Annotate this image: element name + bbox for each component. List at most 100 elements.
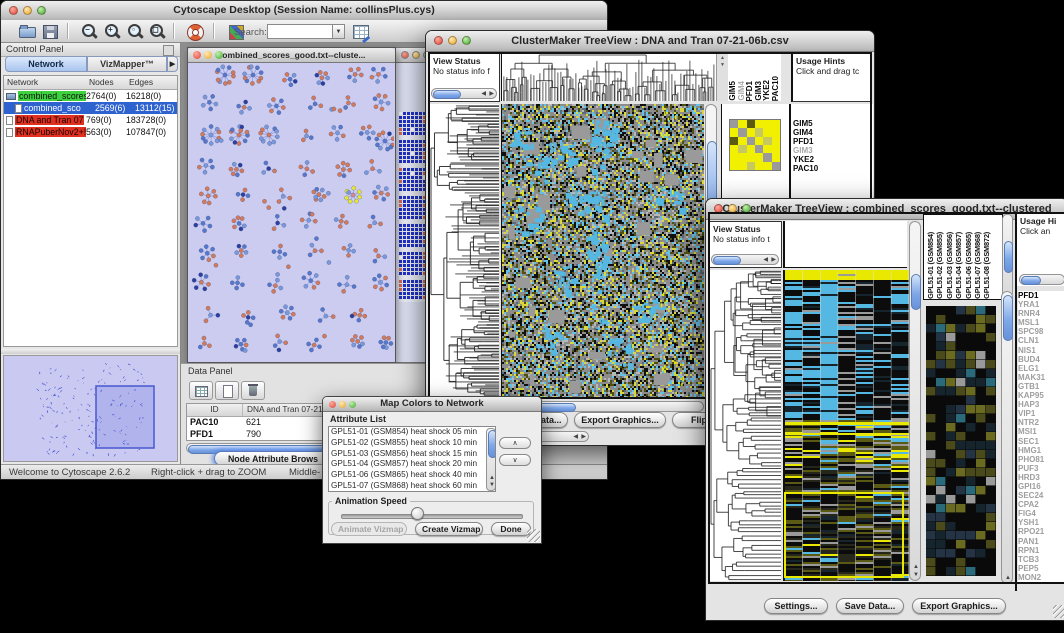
- scroll-down-icon[interactable]: ▼: [489, 482, 495, 488]
- search-dropdown-arrow[interactable]: ▼: [332, 24, 345, 39]
- zoom-window-icon[interactable]: [462, 36, 471, 45]
- zoom-out-button[interactable]: −: [81, 23, 99, 40]
- scrollbar-thumb[interactable]: [433, 90, 461, 99]
- minimize-icon[interactable]: [448, 36, 457, 45]
- zoom-window-icon[interactable]: [215, 51, 223, 59]
- speed-slider-thumb[interactable]: [411, 507, 424, 520]
- save-session-button[interactable]: [43, 23, 61, 40]
- view-status-scrollbar[interactable]: ◀ ▶: [431, 88, 497, 99]
- scroll-up-icon[interactable]: ▲: [489, 475, 495, 481]
- scroll-right-icon[interactable]: ▶: [489, 91, 494, 97]
- new-attribute-button[interactable]: [215, 381, 239, 400]
- move-down-button[interactable]: ∨: [499, 454, 531, 466]
- open-session-button[interactable]: [19, 23, 37, 40]
- attribute-item[interactable]: GPL51-04 (GSM857) heat shock 20 min: [329, 459, 495, 470]
- scroll-up-icon[interactable]: ▲: [1005, 575, 1011, 581]
- scroll-left-icon[interactable]: ◀: [763, 257, 768, 263]
- show-table-button[interactable]: [189, 381, 213, 400]
- scroll-left-icon[interactable]: ◀: [573, 434, 578, 440]
- scrollbar-thumb[interactable]: [713, 256, 741, 265]
- export-graphics-button[interactable]: Export Graphics...: [574, 412, 666, 428]
- zoom-window-icon[interactable]: [349, 401, 356, 408]
- close-icon[interactable]: [329, 401, 336, 408]
- animate-vizmap-button[interactable]: Animate Vizmap: [331, 522, 407, 536]
- zoom-fit-button[interactable]: ◻: [149, 23, 167, 40]
- scroll-right-icon[interactable]: ▶: [771, 257, 776, 263]
- attribute-list-scrollbar[interactable]: ▲ ▼: [486, 428, 496, 491]
- attribute-item[interactable]: GPL51-01 (GSM854) heat shock 05 min: [329, 427, 495, 438]
- network-view-window[interactable]: combined_scores_good.txt--cluste...: [187, 47, 396, 363]
- main-titlebar[interactable]: Cytoscape Desktop (Session Name: collins…: [1, 1, 607, 21]
- dialog-titlebar[interactable]: Map Colors to Network: [323, 397, 541, 412]
- minimize-icon[interactable]: [23, 6, 32, 15]
- correlation-matrix[interactable]: [729, 119, 781, 171]
- attribute-list[interactable]: GPL51-01 (GSM854) heat shock 05 minGPL51…: [328, 426, 496, 492]
- attribute-browser-button[interactable]: [353, 23, 371, 40]
- delete-attribute-button[interactable]: [241, 381, 265, 400]
- scrollbar-thumb[interactable]: [1021, 276, 1041, 285]
- save-data-button[interactable]: Save Data...: [836, 598, 904, 614]
- minimize-icon[interactable]: [204, 51, 212, 59]
- scroll-down-icon[interactable]: ▼: [913, 572, 919, 578]
- settings-button[interactable]: Settings...: [764, 598, 828, 614]
- row-dendrogram-canvas[interactable]: [429, 104, 499, 397]
- speed-slider-track[interactable]: [341, 514, 523, 519]
- scroll-down-icon[interactable]: ▼: [720, 63, 725, 68]
- network-graph-canvas[interactable]: [189, 63, 394, 361]
- column-labels-scrollbar[interactable]: [1002, 214, 1013, 298]
- help-button[interactable]: [187, 23, 205, 40]
- network-table-row[interactable]: DNA and Tran 07769(0)183728(0): [4, 114, 177, 126]
- close-icon[interactable]: [193, 51, 201, 59]
- summary-heatmap-canvas[interactable]: [926, 306, 996, 576]
- scroll-left-icon[interactable]: ◀: [481, 91, 486, 97]
- view-status-scrollbar[interactable]: ◀ ▶: [711, 254, 779, 265]
- panel-divider[interactable]: [1, 349, 180, 354]
- column-dendrogram-canvas[interactable]: [501, 53, 716, 101]
- close-icon[interactable]: [714, 204, 723, 213]
- export-graphics-button[interactable]: Export Graphics...: [912, 598, 1006, 614]
- network-overview-panel[interactable]: [3, 355, 178, 462]
- zoom-selected-button[interactable]: ▫: [127, 23, 145, 40]
- close-icon[interactable]: [9, 6, 18, 15]
- attribute-item[interactable]: GPL51-06 (GSM865) heat shock 40 min: [329, 470, 495, 481]
- minimize-icon[interactable]: [412, 51, 420, 59]
- scroll-up-icon[interactable]: ▲: [913, 564, 919, 570]
- resize-grip[interactable]: [1053, 605, 1064, 618]
- scroll-up-icon[interactable]: ▲: [720, 56, 725, 61]
- move-up-button[interactable]: ∧: [499, 437, 531, 449]
- minimize-icon[interactable]: [728, 204, 737, 213]
- column-dendrogram-area[interactable]: [783, 221, 907, 268]
- network-view-titlebar[interactable]: combined_scores_good.txt--cluste...: [188, 48, 395, 63]
- scrollbar-thumb[interactable]: [1003, 295, 1013, 341]
- done-button[interactable]: Done: [491, 522, 531, 536]
- attribute-item[interactable]: GPL51-02 (GSM855) heat shock 10 min: [329, 438, 495, 449]
- network-overview-canvas[interactable]: [4, 356, 177, 461]
- tab-overflow-arrow[interactable]: ▶: [167, 56, 178, 72]
- attribute-item[interactable]: GPL51-07 (GSM868) heat shock 60 min: [329, 481, 495, 492]
- scroll-right-icon[interactable]: ▶: [581, 434, 586, 440]
- close-icon[interactable]: [401, 51, 409, 59]
- treeview1-titlebar[interactable]: ClusterMaker TreeView : DNA and Tran 07-…: [426, 31, 874, 52]
- scrollbar-thumb[interactable]: [1004, 241, 1013, 273]
- row-dendrogram-canvas[interactable]: [709, 270, 781, 581]
- scrollbar-thumb[interactable]: [488, 430, 496, 458]
- attribute-item[interactable]: GPL51-03 (GSM856) heat shock 15 min: [329, 449, 495, 460]
- zoom-in-button[interactable]: +: [104, 23, 122, 40]
- close-icon[interactable]: [434, 36, 443, 45]
- create-vizmap-button[interactable]: Create Vizmap: [415, 522, 483, 536]
- search-input[interactable]: [267, 24, 335, 39]
- heatmap-canvas[interactable]: [501, 104, 704, 397]
- network-table-row[interactable]: RNAPuberNov2+!563(0)107847(0): [4, 126, 177, 138]
- scrollbar-thumb[interactable]: [911, 274, 921, 310]
- gene-list-scrollbar[interactable]: ▲: [1001, 291, 1013, 584]
- network-table-row[interactable]: combined_sco2569(6)13112(15): [4, 102, 177, 114]
- tab-vizmapper[interactable]: VizMapper™: [87, 56, 167, 72]
- resize-grip[interactable]: [527, 529, 540, 542]
- minimize-icon[interactable]: [339, 401, 346, 408]
- zoom-window-icon[interactable]: [742, 204, 751, 213]
- tab-network[interactable]: Network: [5, 56, 87, 72]
- zoom-window-icon[interactable]: [37, 6, 46, 15]
- usage-hints-scrollbar[interactable]: [1019, 274, 1064, 285]
- float-panel-icon[interactable]: [163, 45, 174, 56]
- heatmap-vscrollbar[interactable]: ▲ ▼: [909, 221, 921, 581]
